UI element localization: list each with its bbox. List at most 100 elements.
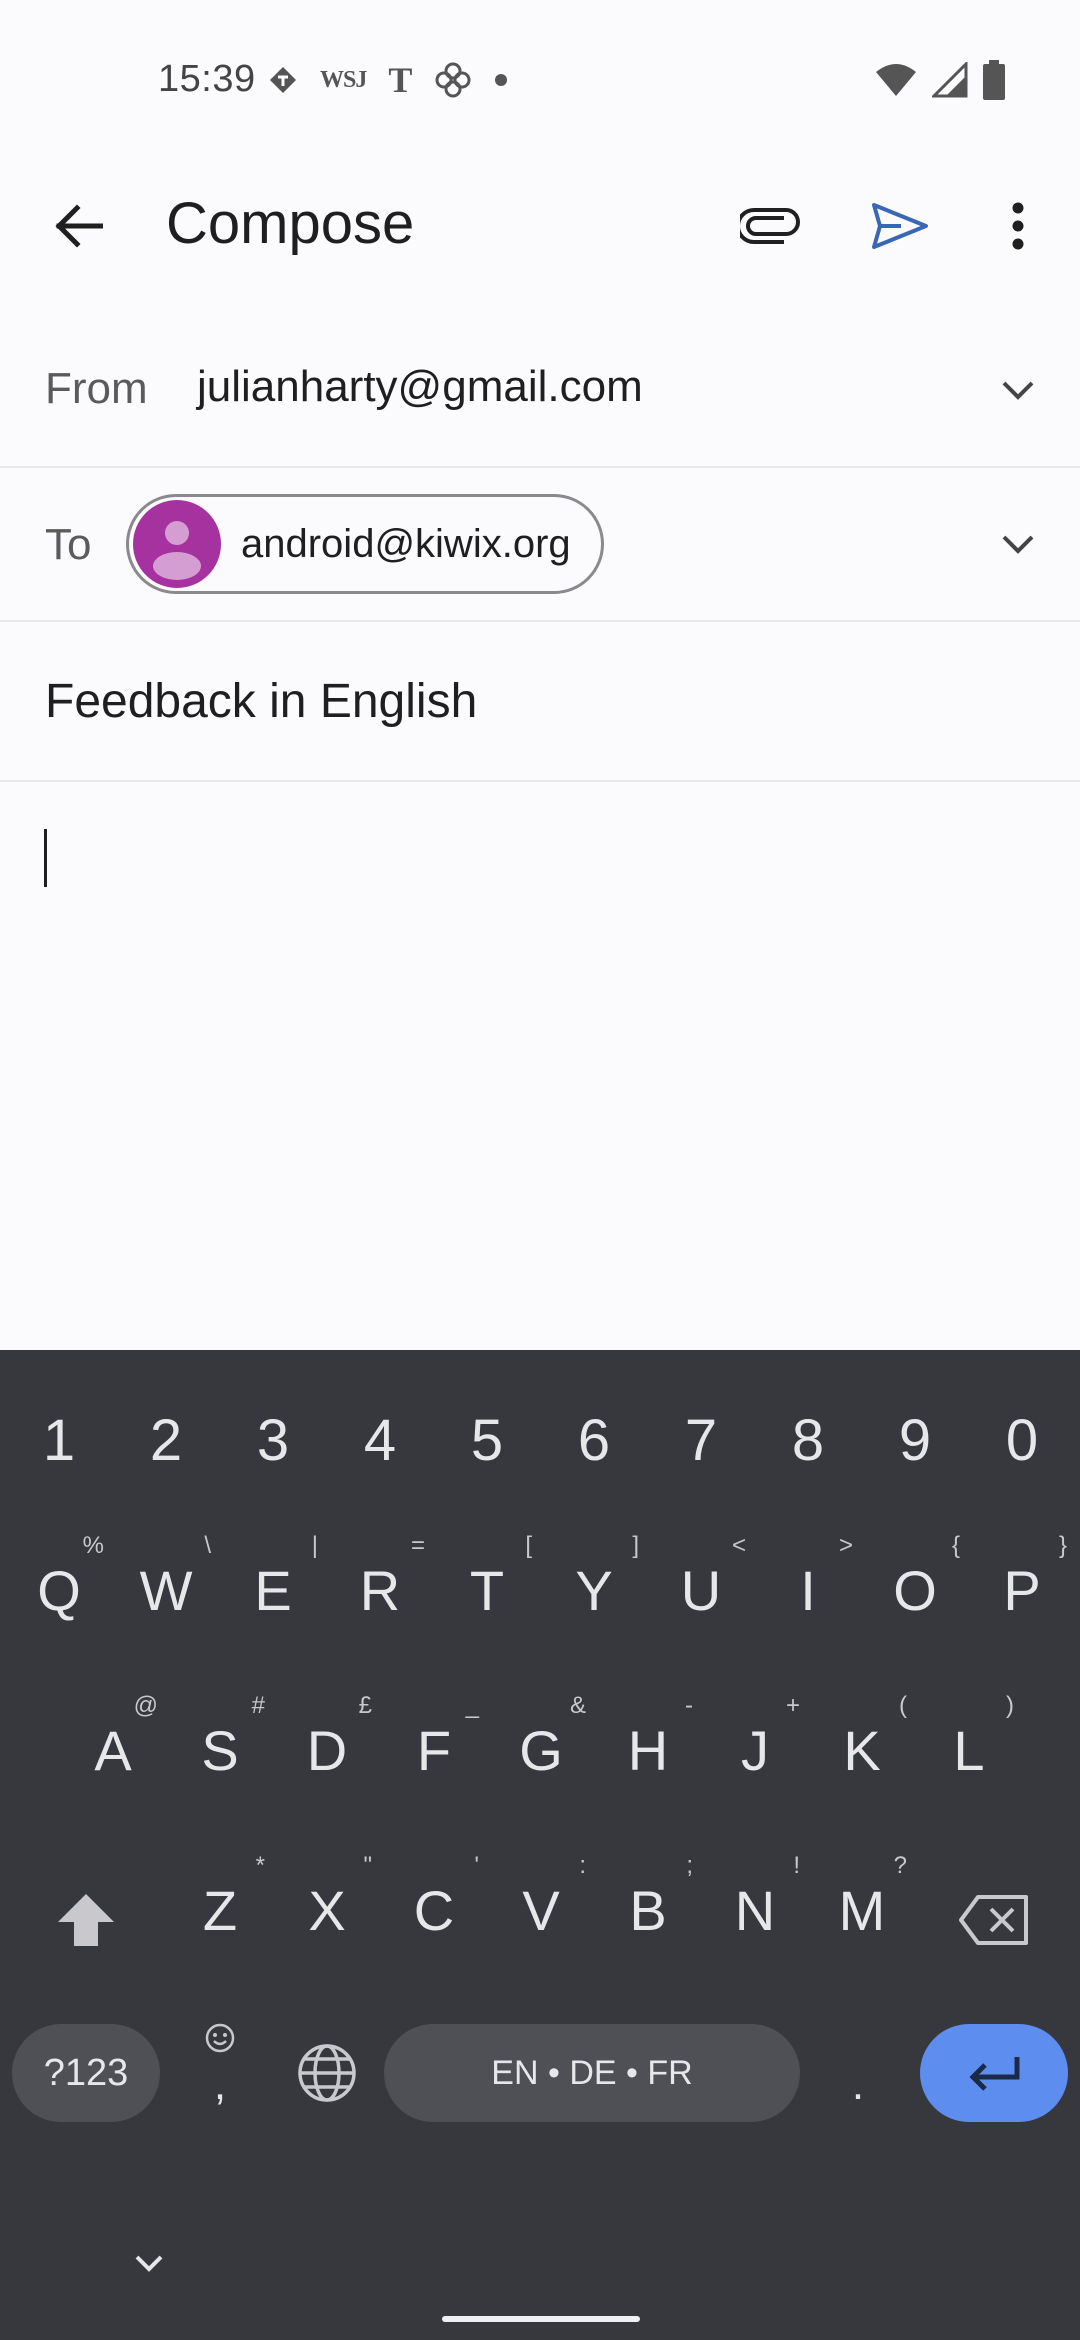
key-h[interactable]: -H: [595, 1690, 701, 1810]
recipient-chip[interactable]: android@kiwix.org: [126, 494, 604, 594]
space-key[interactable]: EN • DE • FR: [384, 2024, 800, 2122]
key-m[interactable]: ? M: [809, 1850, 915, 1970]
key-label: 9: [898, 1407, 932, 1473]
key-label: Z: [202, 1878, 238, 1942]
key-2[interactable]: 2: [113, 1390, 219, 1490]
key-z[interactable]: * Z: [167, 1850, 273, 1970]
key-t[interactable]: [T: [434, 1530, 540, 1650]
key-hint: }: [1058, 1532, 1067, 1559]
status-time: 15:39: [158, 58, 256, 100]
key-label: 6: [577, 1407, 611, 1473]
key-label: D: [306, 1718, 348, 1782]
key-label: M: [838, 1878, 886, 1942]
from-dropdown-button[interactable]: [986, 358, 1050, 422]
subject-field[interactable]: Feedback in English: [45, 674, 477, 729]
key-label: I: [800, 1558, 816, 1622]
key-label: Y: [575, 1558, 613, 1622]
key-label: 0: [1005, 1407, 1039, 1473]
key-g[interactable]: & G: [488, 1690, 594, 1810]
key-s[interactable]: # S: [167, 1690, 273, 1810]
key-7[interactable]: 7: [648, 1390, 754, 1490]
key-j[interactable]: + J: [702, 1690, 808, 1810]
body-field[interactable]: [0, 784, 1080, 1350]
to-label: To: [45, 520, 92, 569]
key-label: S: [201, 1718, 239, 1782]
key-label: R: [359, 1558, 401, 1622]
app-bar: Compose: [0, 170, 1080, 280]
key-a[interactable]: @ A: [60, 1690, 166, 1810]
key-b[interactable]: ; B: [595, 1850, 701, 1970]
battery-icon: [982, 59, 1006, 105]
key-hint: |: [311, 1532, 318, 1559]
key-c[interactable]: ' C: [381, 1850, 487, 1970]
key-x[interactable]: " X: [274, 1850, 380, 1970]
key-y[interactable]: ] Y: [541, 1530, 647, 1650]
comma-key-label: ,: [213, 2060, 227, 2109]
key-4[interactable]: 4: [327, 1390, 433, 1490]
back-button[interactable]: [40, 188, 116, 264]
key-e[interactable]: | E: [220, 1530, 326, 1650]
period-key[interactable]: .: [818, 2024, 898, 2122]
key-hint: %: [82, 1532, 104, 1559]
key-label: T: [469, 1558, 505, 1622]
key-hint: &: [569, 1692, 586, 1719]
key-f[interactable]: _ F: [381, 1690, 487, 1810]
more-vert-icon: [1012, 202, 1024, 250]
navigation-handle[interactable]: [442, 2316, 640, 2322]
key-hint: ': [474, 1852, 479, 1879]
key-hint: #: [251, 1692, 265, 1719]
key-hint: -: [685, 1692, 693, 1719]
key-5[interactable]: 5: [434, 1390, 540, 1490]
key-k[interactable]: (K: [809, 1690, 915, 1810]
avatar: [133, 500, 221, 588]
key-9[interactable]: 9: [862, 1390, 968, 1490]
key-v[interactable]: :V: [488, 1850, 594, 1970]
more-options-button[interactable]: [978, 188, 1058, 264]
send-button[interactable]: [860, 188, 940, 264]
language-key[interactable]: [282, 2024, 372, 2122]
key-r[interactable]: = R: [327, 1530, 433, 1650]
key-label: 7: [684, 1407, 718, 1473]
key-label: 1: [42, 1407, 76, 1473]
key-n[interactable]: ! N: [702, 1850, 808, 1970]
symbols-key-label: ?123: [43, 2051, 129, 2094]
key-d[interactable]: £ D: [274, 1690, 380, 1810]
key-3[interactable]: 3: [220, 1390, 326, 1490]
notification-icons: WSJ T: [268, 60, 508, 100]
key-o[interactable]: {O: [862, 1530, 968, 1650]
text-cursor: [44, 829, 47, 887]
key-q[interactable]: % Q: [6, 1530, 112, 1650]
to-dropdown-button[interactable]: [986, 512, 1050, 576]
key-i[interactable]: > I: [755, 1530, 861, 1650]
hide-keyboard-button[interactable]: [116, 2238, 182, 2288]
key-6[interactable]: 6: [541, 1390, 647, 1490]
attach-button[interactable]: [730, 188, 810, 264]
paperclip-icon: [740, 208, 800, 244]
key-label: J: [741, 1718, 769, 1782]
comma-key[interactable]: ,: [180, 2010, 260, 2130]
key-1[interactable]: 1: [6, 1390, 112, 1490]
key-p[interactable]: } P: [969, 1530, 1075, 1650]
shift-key[interactable]: [46, 1870, 126, 1970]
symbols-key[interactable]: ?123: [12, 2024, 160, 2122]
status-bar: 15:39 WSJ T: [0, 0, 1080, 160]
key-label: 3: [256, 1407, 290, 1473]
nyt-icon: T: [388, 60, 413, 100]
key-hint: _: [465, 1692, 479, 1719]
key-0[interactable]: 0: [969, 1390, 1075, 1490]
key-hint: {: [951, 1532, 960, 1559]
key-w[interactable]: \ W: [113, 1530, 219, 1650]
more-notifications-dot-icon: [494, 73, 508, 87]
cell-signal-icon: [930, 59, 968, 103]
key-label: P: [1003, 1558, 1041, 1622]
key-label: 2: [149, 1407, 183, 1473]
backspace-key[interactable]: [944, 1870, 1044, 1970]
enter-key[interactable]: [920, 2024, 1068, 2122]
key-l[interactable]: ) L: [916, 1690, 1022, 1810]
key-u[interactable]: < U: [648, 1530, 754, 1650]
key-8[interactable]: 8: [755, 1390, 861, 1490]
wsj-icon: WSJ: [320, 66, 367, 93]
from-field[interactable]: julianharty@gmail.com: [197, 362, 643, 412]
from-label: From: [45, 364, 148, 413]
period-key-label: .: [851, 2060, 865, 2109]
